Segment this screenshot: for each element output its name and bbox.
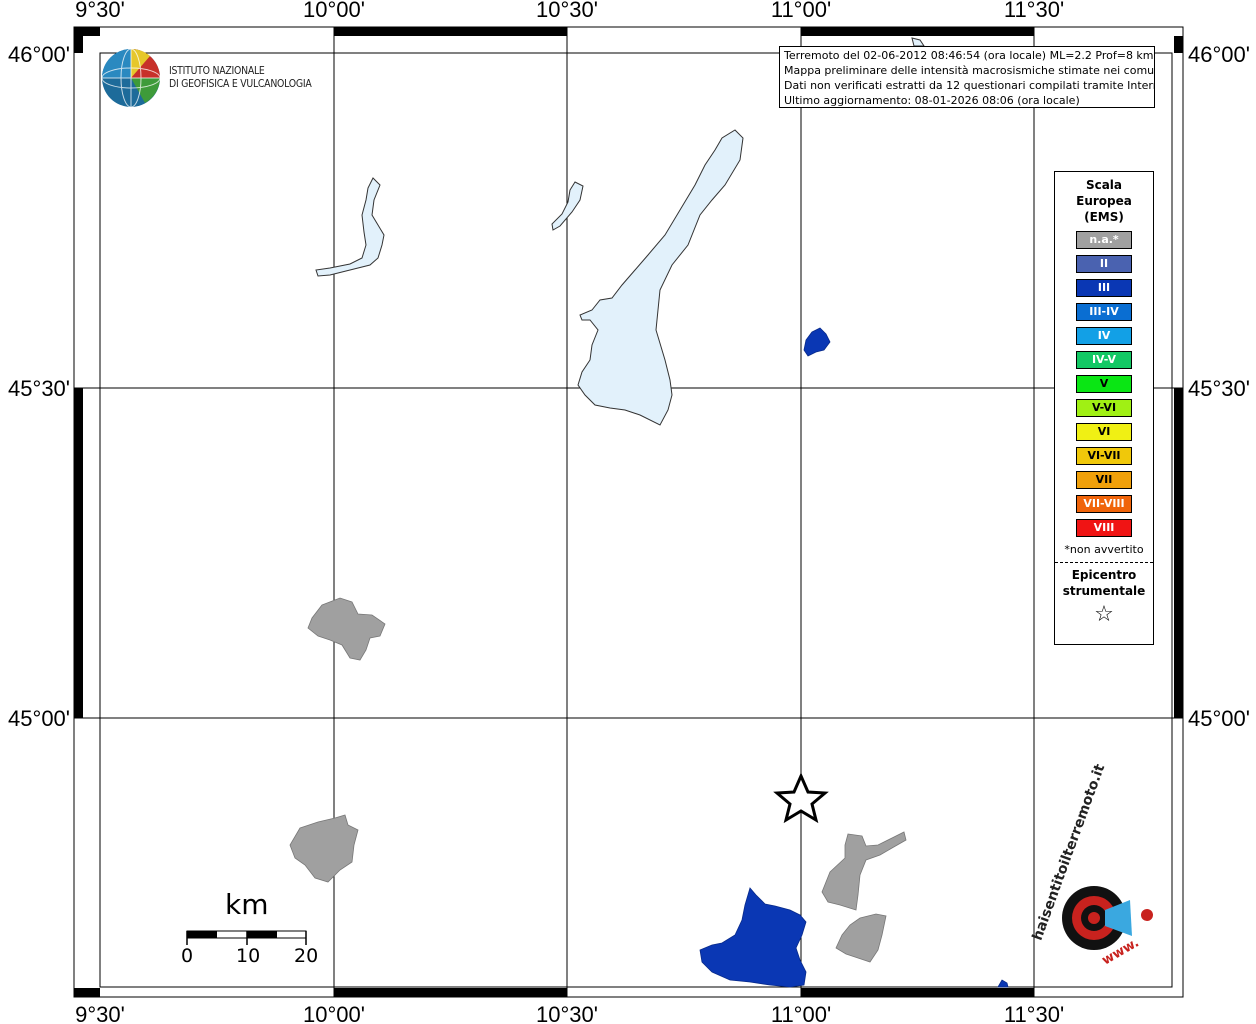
lat-label-right-1: 46°00' — [1188, 42, 1250, 67]
ingv-logo-line2: DI GEOFISICA E VULCANOLOGIA — [169, 77, 312, 90]
legend-epicenter-label: Epicentro strumentale — [1055, 567, 1153, 599]
legend-item: IV — [1076, 327, 1132, 345]
lat-label-left-3: 45°00' — [8, 706, 70, 731]
lon-label-bottom-4: 11°00' — [771, 1002, 831, 1024]
event-info-box: Terremoto del 02-06-2012 08:46:54 (ora l… — [779, 46, 1155, 108]
legend-epicenter-line2: strumentale — [1062, 584, 1146, 598]
legend-star-icon: ☆ — [1094, 602, 1114, 627]
event-info-line3: Dati non verificati estratti da 12 quest… — [784, 79, 1155, 92]
municipality-intensity-III-south — [699, 887, 807, 988]
municipality-no-data-4 — [835, 913, 887, 963]
legend-items: n.a.* II III III-IV IV IV-V V V-VI VI VI-VII VII VI… — [1055, 231, 1153, 537]
legend-item: III-IV — [1076, 303, 1132, 321]
map-frame-inner — [99, 52, 1173, 988]
scale-bar-tick-0: 0 — [181, 945, 194, 967]
municipality-intensity-III-edge — [997, 979, 1009, 988]
municipality-no-data-3 — [821, 831, 907, 911]
ems-legend: Scala Europea (EMS) n.a.* II III III-IV IV IV… — [1054, 171, 1154, 645]
legend-note: *non avvertito — [1064, 543, 1144, 556]
legend-item: II — [1076, 255, 1132, 273]
lat-label-left-1: 46°00' — [8, 42, 70, 67]
lon-label-bottom-1: 9°30' — [75, 1002, 125, 1024]
lake-garda — [577, 129, 744, 426]
lon-label-top-3: 10°30' — [536, 0, 598, 22]
legend-title-line1: Scala — [1085, 178, 1123, 192]
municipality-intensity-III-north — [803, 327, 831, 357]
ingv-logo-text: ISTITUTO NAZIONALE DI GEOFISICA E VULCAN… — [169, 64, 312, 90]
legend-item: III — [1076, 279, 1132, 297]
scale-bar-tick-10: 10 — [236, 945, 261, 967]
legend-title-line3: (EMS) — [1084, 210, 1124, 224]
scale-bar-unit: km — [225, 888, 269, 921]
lon-label-bottom-3: 10°30' — [536, 1002, 598, 1024]
frame-scale-bars — [74, 27, 1183, 997]
legend-epicenter-line1: Epicentro — [1071, 568, 1137, 582]
lon-label-top-5: 11°30' — [1004, 0, 1064, 22]
graticule — [74, 27, 1183, 997]
lon-label-top-1: 9°30' — [75, 0, 125, 22]
event-info-line1: Terremoto del 02-06-2012 08:46:54 (ora l… — [784, 49, 1154, 62]
event-info-line4: Ultimo aggiornamento: 08-01-2026 08:06 (… — [784, 94, 1080, 107]
lat-label-right-3: 45°00' — [1188, 706, 1250, 731]
lake-fragment-top — [911, 37, 925, 47]
lake-iseo — [315, 177, 385, 277]
legend-divider — [1055, 562, 1153, 563]
legend-item: IV-V — [1076, 351, 1132, 369]
lon-label-top-2: 10°00' — [303, 0, 365, 22]
lat-label-left-2: 45°30' — [8, 376, 70, 401]
legend-item: V — [1076, 375, 1132, 393]
municipality-no-data-2 — [289, 814, 359, 883]
map-frame-outer — [73, 26, 1184, 998]
legend-item: VII-VIII — [1076, 495, 1132, 513]
legend-title: Scala Europea (EMS) — [1055, 177, 1153, 225]
legend-item: VIII — [1076, 519, 1132, 537]
legend-item: VII — [1076, 471, 1132, 489]
legend-title-line2: Europea — [1076, 194, 1132, 208]
legend-item: VI — [1076, 423, 1132, 441]
scale-bar — [186, 930, 307, 945]
legend-item: VI-VII — [1076, 447, 1132, 465]
lat-label-right-2: 45°30' — [1188, 376, 1250, 401]
lon-label-bottom-2: 10°00' — [303, 1002, 365, 1024]
scale-bar-tick-20: 20 — [294, 945, 319, 967]
haisentito-logo-icon — [1062, 886, 1153, 950]
event-info-line2: Mappa preliminare delle intensità macros… — [784, 64, 1155, 77]
lon-label-bottom-5: 11°30' — [1004, 1002, 1064, 1024]
ingv-logo-line1: ISTITUTO NAZIONALE — [169, 64, 265, 77]
legend-item: V-VI — [1076, 399, 1132, 417]
lon-label-top-4: 11°00' — [771, 0, 831, 22]
legend-item: n.a.* — [1076, 231, 1132, 249]
municipality-no-data-1 — [307, 597, 386, 661]
ingv-logo-icon — [101, 48, 161, 108]
